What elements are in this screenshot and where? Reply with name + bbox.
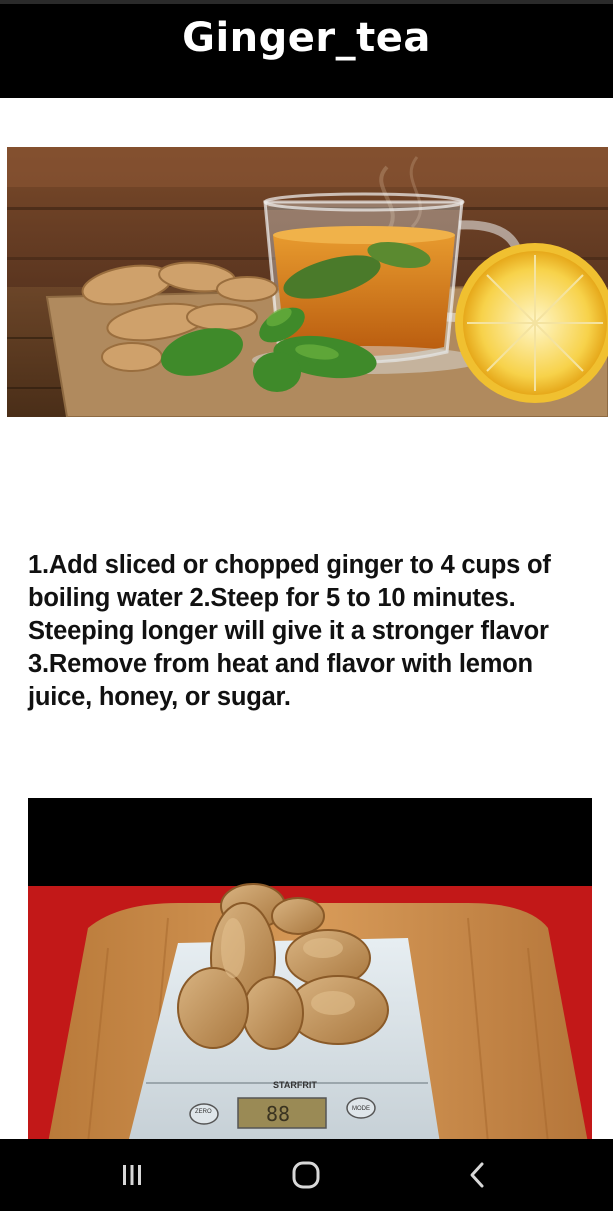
ginger-scale-image: STARFRIT 88 ZERO MODE <box>28 798 592 1143</box>
recents-button[interactable] <box>72 1139 192 1211</box>
home-button[interactable] <box>246 1139 366 1211</box>
zero-button-label: ZERO <box>195 1109 212 1115</box>
scale-readout: 88 <box>266 1102 290 1126</box>
back-button[interactable] <box>418 1139 538 1211</box>
screen: Ginger_tea 1.Add sliced or chopped ginge… <box>0 0 613 1211</box>
ginger-tea-image <box>7 147 608 417</box>
recipe-instructions: 1.Add sliced or chopped ginger to 4 cups… <box>28 551 551 711</box>
mode-button-label: MODE <box>352 1106 370 1112</box>
recents-icon <box>123 1165 141 1185</box>
back-icon <box>470 1162 484 1188</box>
system-nav-bar <box>0 1139 613 1211</box>
home-icon <box>292 1161 320 1189</box>
scale-brand-text: STARFRIT <box>273 1080 317 1090</box>
page-title: Ginger_tea <box>182 15 431 61</box>
app-bar: Ginger_tea <box>0 4 613 98</box>
